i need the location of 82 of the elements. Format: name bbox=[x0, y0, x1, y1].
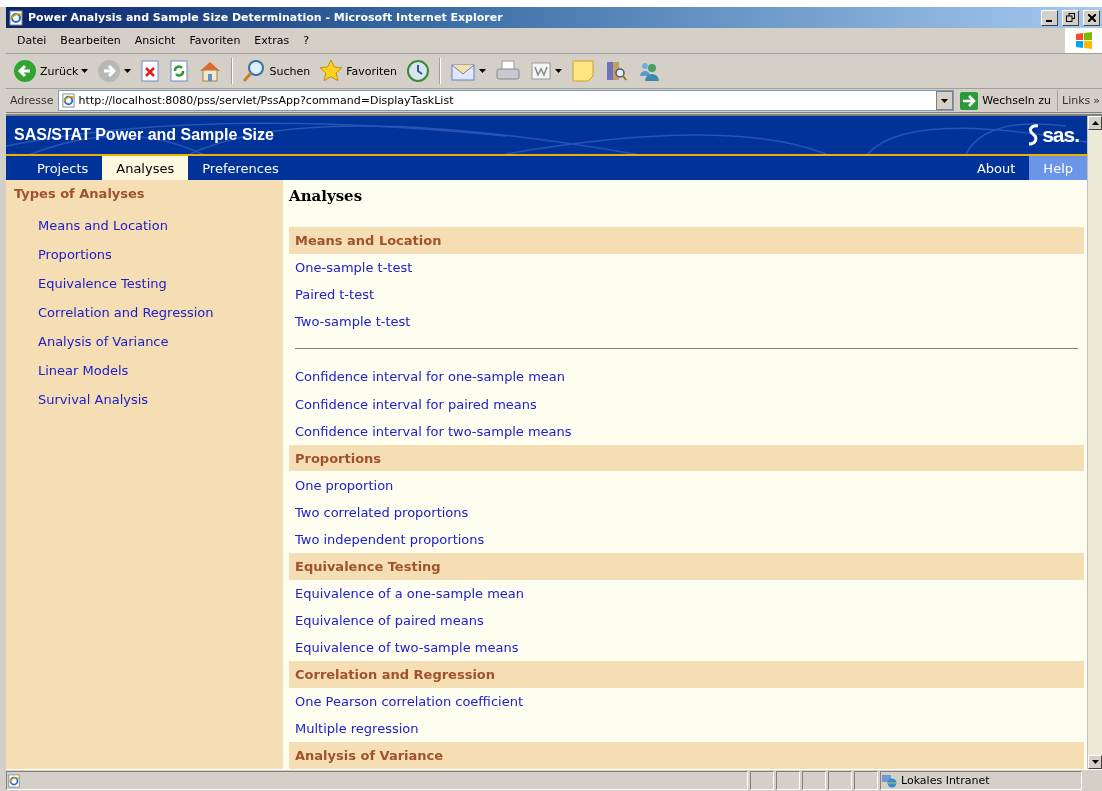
printer-icon[interactable] bbox=[495, 59, 522, 83]
analysis-link[interactable]: Paired t-test bbox=[289, 280, 1084, 309]
analysis-link[interactable]: Two independent proportions bbox=[289, 525, 1084, 554]
nav-tab[interactable]: Preferences bbox=[188, 156, 293, 180]
logo: sas. bbox=[1027, 123, 1079, 147]
analysis-link[interactable]: One-sample t-test bbox=[289, 253, 1084, 281]
analysis-link[interactable]: Multiple regression bbox=[289, 715, 1084, 743]
analysis-link[interactable]: One Pearson correlation coefficient bbox=[289, 687, 1084, 716]
toolbar-label[interactable]: Zurück bbox=[40, 64, 79, 78]
sidebar-link[interactable]: Analysis of Variance bbox=[14, 327, 283, 356]
sidebar-link[interactable]: Equivalence Testing bbox=[14, 269, 283, 298]
sidebar-link[interactable]: Linear Models bbox=[14, 356, 283, 385]
menu-item[interactable]: Favoriten bbox=[182, 34, 248, 47]
menu-item[interactable]: Bearbeiten bbox=[53, 34, 128, 47]
scroll-up-button[interactable] bbox=[1088, 116, 1102, 130]
scroll-down-button[interactable] bbox=[1088, 755, 1102, 769]
analysis-link[interactable]: One proportion bbox=[289, 471, 1084, 499]
links-label[interactable]: Links bbox=[1062, 94, 1091, 107]
menu-item[interactable]: ? bbox=[296, 34, 316, 47]
refresh-icon[interactable] bbox=[169, 60, 190, 82]
status-pane bbox=[828, 771, 852, 790]
nav-link[interactable]: About bbox=[962, 156, 1030, 180]
caret-icon[interactable] bbox=[124, 69, 132, 73]
history-icon[interactable] bbox=[406, 59, 431, 83]
toolbar-label[interactable]: Favoriten bbox=[346, 64, 398, 78]
analysis-link[interactable]: Confidence interval for two-sample means bbox=[289, 417, 1084, 445]
analysis-link[interactable]: Confidence interval for one-sample mean bbox=[289, 363, 1084, 391]
caret-icon[interactable] bbox=[555, 69, 563, 73]
more-chevron[interactable]: » bbox=[1093, 94, 1100, 107]
windows-logo-icon bbox=[1075, 31, 1093, 50]
close-button[interactable] bbox=[1083, 9, 1100, 26]
section-heading: Means and Location bbox=[289, 227, 1084, 254]
status-pane bbox=[750, 771, 774, 790]
analysis-link[interactable]: Two correlated proportions bbox=[289, 498, 1084, 526]
analysis-link[interactable]: Equivalence of a one-sample mean bbox=[289, 579, 1084, 607]
status-pane bbox=[802, 771, 826, 790]
window-title: Power Analysis and Sample Size Determination - Microsoft Internet Explorer bbox=[28, 11, 504, 24]
address-label: Adresse bbox=[10, 94, 54, 107]
sidebar-link[interactable]: Correlation and Regression bbox=[14, 298, 283, 327]
sidebar-heading: Types of Analyses bbox=[14, 186, 146, 201]
stop-icon[interactable] bbox=[140, 60, 161, 82]
analysis-link[interactable]: Equivalence of two-sample means bbox=[289, 634, 1084, 662]
minimize-button[interactable] bbox=[1041, 9, 1058, 26]
close-icon[interactable] bbox=[1087, 13, 1096, 22]
address-field[interactable]: http://localhost:8080/pss/servlet/PssApp?command=DisplayTaskList bbox=[57, 90, 955, 111]
section-heading: Equivalence Testing bbox=[289, 553, 1084, 580]
restore-icon[interactable] bbox=[1066, 13, 1075, 22]
book-magnifier-icon[interactable] bbox=[604, 59, 629, 83]
page-icon bbox=[60, 93, 76, 108]
analysis-link[interactable]: Confidence interval for paired means bbox=[289, 390, 1084, 418]
nav-tab[interactable]: Projects bbox=[23, 156, 103, 180]
menu-item[interactable]: Ansicht bbox=[127, 34, 183, 47]
page-icon bbox=[8, 9, 24, 26]
analysis-link[interactable]: Equivalence of paired means bbox=[289, 606, 1084, 635]
arrow-icon[interactable] bbox=[960, 91, 979, 110]
caret-icon[interactable] bbox=[81, 69, 89, 73]
page-heading: Analyses bbox=[289, 187, 364, 205]
section-heading: Proportions bbox=[289, 444, 1084, 472]
toolbar-label[interactable]: Suchen bbox=[269, 64, 311, 78]
menu-item[interactable]: Datei bbox=[10, 34, 54, 47]
scrollbar[interactable] bbox=[1087, 116, 1102, 769]
caret-icon[interactable] bbox=[941, 98, 949, 103]
sidebar-link[interactable]: Proportions bbox=[14, 240, 283, 269]
search-icon[interactable] bbox=[242, 59, 267, 83]
go-button[interactable]: Wechseln zu bbox=[958, 90, 1058, 111]
nav-tab[interactable]: Analyses bbox=[102, 156, 189, 180]
up-arrow-icon[interactable] bbox=[1091, 121, 1099, 125]
app-title: SAS/STAT Power and Sample Size bbox=[14, 126, 274, 144]
analysis-link[interactable]: Two-sample t-test bbox=[289, 308, 1084, 336]
section-heading: Analysis of Variance bbox=[289, 742, 1084, 769]
network-globe-icon bbox=[881, 773, 897, 788]
sidebar-link[interactable]: Survival Analysis bbox=[14, 385, 283, 414]
status-pane bbox=[854, 771, 878, 790]
caret-icon[interactable] bbox=[479, 69, 487, 73]
section-heading: Correlation and Regression bbox=[289, 661, 1084, 688]
zone-label: Lokales Intranet bbox=[901, 774, 990, 787]
sidebar-link[interactable]: Means and Location bbox=[14, 211, 283, 240]
star-icon[interactable] bbox=[319, 59, 344, 83]
down-arrow-icon[interactable] bbox=[1091, 760, 1099, 764]
status-pane bbox=[776, 771, 800, 790]
restore-button[interactable] bbox=[1062, 9, 1079, 26]
menu-item[interactable]: Extras bbox=[247, 34, 297, 47]
